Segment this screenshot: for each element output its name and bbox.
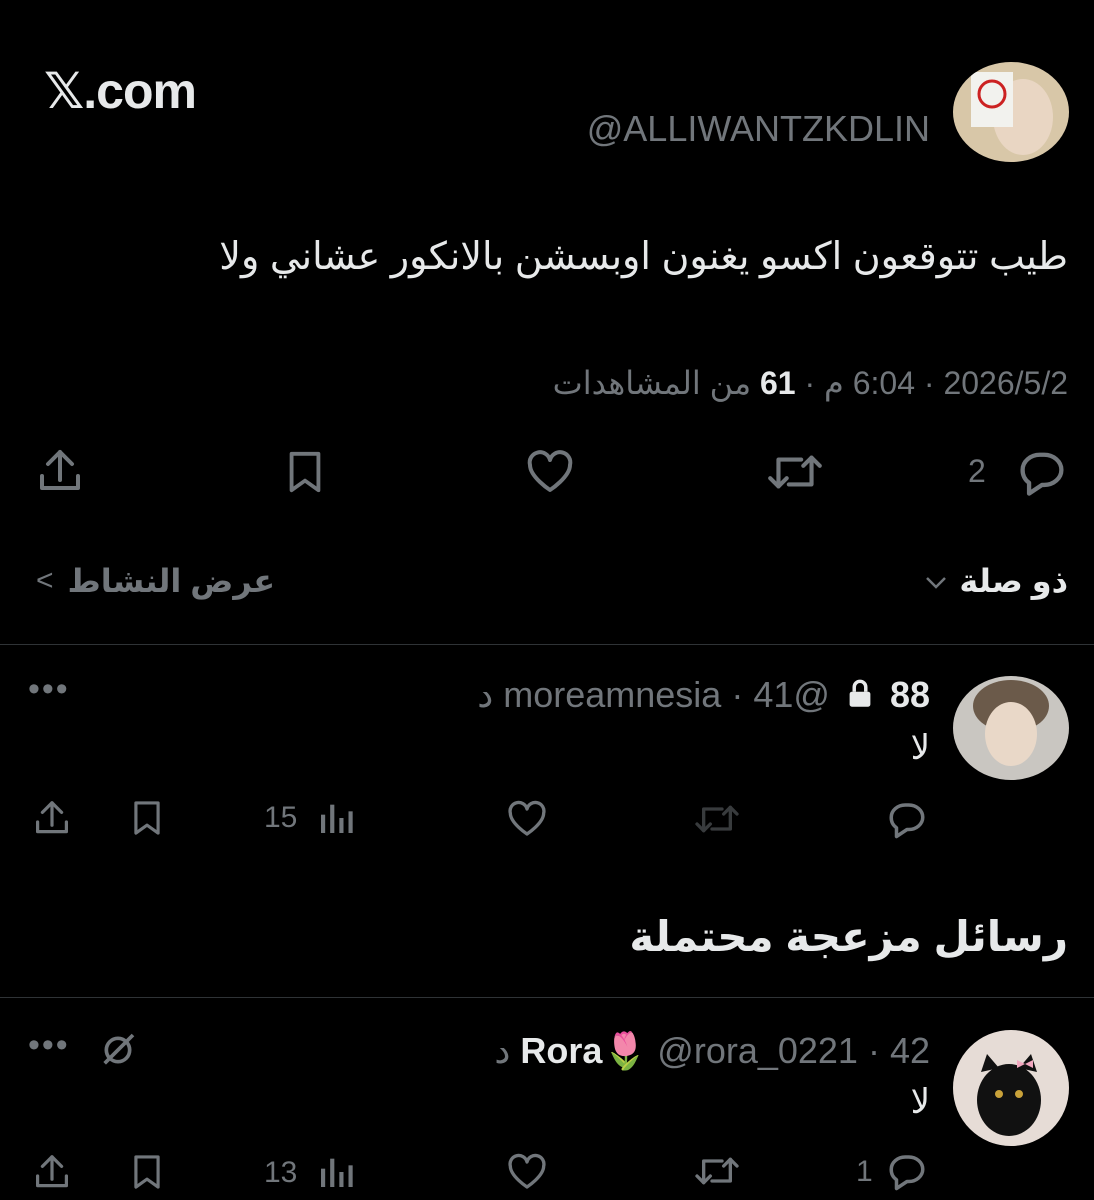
reply-header: 88 @moreamnesia · 41 د: [477, 674, 930, 718]
view-activity-label: عرض النشاط: [67, 563, 276, 599]
tweet-meta: 2026/5/2 · 6:04 م · 61 من المشاهدات: [553, 364, 1068, 402]
views-count: 15: [264, 801, 298, 834]
reply-avatar[interactable]: [953, 1030, 1069, 1146]
chevron-left-icon: <: [36, 564, 54, 597]
share-icon[interactable]: [36, 446, 84, 496]
reply-author-name[interactable]: Rora🌷: [520, 1030, 647, 1071]
lock-icon: [846, 676, 874, 718]
views-count: 61: [759, 365, 796, 401]
author-handle[interactable]: @ALLIWANTZKDLIN: [587, 108, 930, 150]
divider: [0, 644, 1094, 645]
views-chart-icon[interactable]: [316, 798, 356, 838]
bookmark-icon[interactable]: [128, 1152, 166, 1192]
divider: [0, 997, 1094, 998]
retweet-icon[interactable]: [692, 798, 742, 840]
view-activity-link[interactable]: < عرض النشاط: [36, 562, 275, 600]
tweet-text: طيب تتوقعون اكسو يغنون اوبسشن بالانكور ع…: [219, 236, 1068, 278]
reply-count: 2: [968, 453, 986, 489]
sort-label: ذو صلة: [959, 563, 1068, 599]
retweet-icon[interactable]: [692, 1150, 742, 1192]
reply-handle-time[interactable]: @moreamnesia · 41 د: [477, 674, 830, 715]
share-icon[interactable]: [32, 798, 72, 838]
reply-text: لا: [910, 729, 930, 767]
reply-text: لا: [910, 1083, 930, 1121]
reply-avatar[interactable]: [953, 676, 1069, 780]
views-count: 13: [264, 1156, 298, 1189]
reply-icon[interactable]: [884, 798, 930, 840]
tweet-date[interactable]: 2026/5/2 · 6:04 م ·: [796, 365, 1068, 401]
views-chart-icon[interactable]: [316, 1152, 356, 1192]
more-options-icon[interactable]: •••: [28, 1026, 70, 1065]
heart-icon[interactable]: [504, 1152, 550, 1192]
views-label: من المشاهدات: [552, 365, 760, 401]
reply-icon[interactable]: [1014, 446, 1070, 498]
grok-icon[interactable]: [98, 1030, 138, 1070]
more-options-icon[interactable]: •••: [28, 670, 70, 709]
reply-icon[interactable]: [884, 1150, 930, 1192]
x-logo: 𝕏.com: [44, 63, 197, 119]
heart-icon[interactable]: [504, 799, 550, 839]
retweet-icon[interactable]: [764, 446, 826, 498]
reply-author-name[interactable]: 88: [890, 674, 930, 715]
bookmark-icon[interactable]: [128, 798, 166, 838]
chevron-down-icon: [923, 563, 949, 600]
bookmark-icon[interactable]: [282, 448, 328, 496]
sort-dropdown[interactable]: ذو صلة: [923, 562, 1068, 600]
section-title: رسائل مزعجة محتملة: [629, 913, 1068, 960]
reply-count: 1: [856, 1155, 873, 1188]
author-avatar[interactable]: [953, 62, 1069, 162]
share-icon[interactable]: [32, 1152, 72, 1192]
reply-header: Rora🌷 @rora_0221 · 42 د: [494, 1030, 930, 1072]
heart-icon[interactable]: [523, 448, 577, 496]
